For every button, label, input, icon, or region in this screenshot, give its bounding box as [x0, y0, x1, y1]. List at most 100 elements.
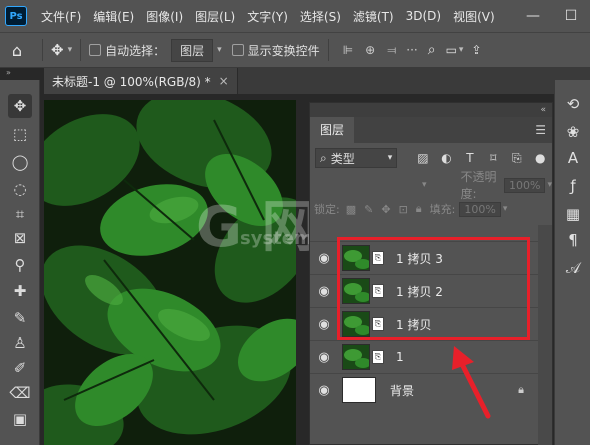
align-left-icon[interactable]: ⊫: [343, 43, 353, 57]
chevron-down-icon[interactable]: ▾: [217, 45, 222, 55]
menu-image[interactable]: 图像(I): [140, 8, 189, 25]
panel-menu-icon[interactable]: ☰: [535, 123, 546, 137]
move-tool-icon[interactable]: ✥: [8, 94, 32, 118]
eyedropper-tool-icon[interactable]: ⚲: [8, 253, 32, 277]
chevron-down-icon[interactable]: ▾: [547, 180, 552, 190]
tab-layers[interactable]: 图层: [310, 117, 355, 143]
eye-icon[interactable]: ◉: [310, 284, 338, 299]
eye-icon[interactable]: ◉: [310, 317, 338, 332]
chevron-down-icon[interactable]: ▾: [459, 45, 464, 55]
history-icon[interactable]: ⟲: [561, 92, 585, 116]
panel-icon-strip: ⟲ ❀ A ƒ ▦ ¶ 𝒜: [554, 80, 590, 445]
search-icon: ⌕: [320, 150, 327, 165]
opacity-label: 不透明度:: [460, 170, 497, 201]
menu-view[interactable]: 视图(V): [447, 8, 501, 25]
menu-filter[interactable]: 滤镜(T): [347, 8, 400, 25]
layer-row[interactable]: ◉ ⎘ 1: [310, 340, 538, 373]
layer-name: 1: [396, 350, 404, 364]
menu-select[interactable]: 选择(S): [294, 8, 347, 25]
minimize-button[interactable]: —: [514, 8, 552, 24]
chevron-down-icon[interactable]: ▾: [68, 45, 73, 55]
tab-document[interactable]: 未标题-1 @ 100%(RGB/8) * ×: [44, 68, 238, 94]
lock-position-icon[interactable]: ✥: [381, 203, 390, 216]
menu-file[interactable]: 文件(F): [35, 8, 87, 25]
filter-shape-icon[interactable]: ⌑: [482, 151, 505, 165]
filter-adjustment-icon[interactable]: ◐: [435, 151, 458, 165]
close-icon[interactable]: ×: [219, 74, 229, 88]
share-icon[interactable]: ⇪: [471, 43, 481, 57]
watermark: G 网: [196, 195, 318, 260]
marquee-tool-icon[interactable]: ⬚: [8, 122, 32, 146]
monstera-leaves-image: [44, 100, 296, 445]
show-transform-checkbox[interactable]: [231, 44, 244, 56]
clone-stamp-tool-icon[interactable]: ♙: [8, 331, 32, 355]
lock-all-icon[interactable]: 🔒︎: [416, 202, 422, 216]
lock-label: 锁定:: [314, 203, 340, 216]
chevron-down-icon[interactable]: ▾: [422, 180, 427, 190]
layer-thumbnail: [342, 377, 376, 403]
menu-edit[interactable]: 编辑(E): [87, 8, 140, 25]
filter-type-icon[interactable]: T: [458, 151, 481, 165]
auto-select-dropdown[interactable]: 图层: [171, 38, 214, 62]
blend-row: ▾ 不透明度: 100% ▾: [310, 170, 552, 201]
palette-icon[interactable]: ❀: [561, 120, 585, 144]
lock-artboard-icon[interactable]: ⊡: [399, 203, 408, 216]
align-center-icon[interactable]: ⊕: [365, 43, 375, 57]
grid-icon[interactable]: ▦: [561, 202, 585, 226]
paragraph-icon[interactable]: ¶: [561, 228, 585, 252]
lock-transparency-icon[interactable]: ▩: [346, 203, 356, 216]
fx-icon[interactable]: ƒ: [561, 174, 585, 198]
history-brush-tool-icon[interactable]: ✐: [8, 356, 32, 380]
menu-layer[interactable]: 图层(L): [189, 8, 241, 25]
document-canvas[interactable]: [44, 100, 296, 445]
layer-thumbnail: [342, 344, 370, 370]
separator: [327, 39, 329, 61]
toolbar-collapse-icon[interactable]: »: [0, 68, 44, 80]
red-arrow: [452, 346, 491, 419]
show-transform-label: 显示变换控件: [247, 43, 320, 58]
glyphs-icon[interactable]: 𝒜: [561, 256, 585, 280]
maximize-button[interactable]: ☐: [552, 8, 590, 24]
chevron-down-icon: ▾: [387, 153, 393, 163]
menu-3d[interactable]: 3D(D): [400, 9, 447, 23]
lock-pixels-icon[interactable]: ✎: [364, 203, 373, 216]
filter-toggle-icon[interactable]: ●: [529, 151, 552, 165]
panel-collapse-icon[interactable]: «: [310, 103, 552, 117]
layer-name: 背景: [390, 383, 415, 398]
frame-tool-icon[interactable]: ⊠: [8, 226, 32, 250]
align-right-icon[interactable]: ⫤: [387, 43, 396, 58]
eraser-tool-icon[interactable]: ⌫: [8, 381, 32, 405]
smart-object-icon: ⎘: [372, 350, 384, 364]
layers-scrollbar[interactable]: [538, 225, 552, 445]
filter-pixel-icon[interactable]: ▨: [411, 151, 434, 165]
eye-icon[interactable]: ◉: [310, 350, 338, 365]
more-icon[interactable]: ···: [406, 43, 417, 57]
menu-type[interactable]: 文字(Y): [241, 8, 294, 25]
layer-row[interactable]: ◉ 背景 🔒︎: [310, 373, 538, 406]
chevron-down-icon[interactable]: ▾: [503, 204, 508, 214]
opacity-field[interactable]: 100%: [504, 177, 546, 193]
home-icon[interactable]: ⌂: [0, 41, 34, 60]
fill-label: 填充:: [429, 203, 456, 216]
panel-tabs: 图层 ☰: [310, 117, 552, 143]
filter-smart-object-icon[interactable]: ⎘: [505, 151, 528, 166]
lasso-tool-icon[interactable]: ◯: [8, 150, 32, 174]
move-tool-icon[interactable]: ✥: [51, 41, 64, 59]
auto-select-checkbox[interactable]: [89, 44, 102, 56]
crop-tool-icon[interactable]: ⌗: [8, 202, 32, 226]
filter-kind-dropdown[interactable]: ⌕ 类型 ▾: [315, 148, 398, 168]
brush-tool-icon[interactable]: ✎: [8, 306, 32, 330]
quick-select-tool-icon[interactable]: ◌: [8, 177, 32, 201]
auto-select-label: 自动选择：: [105, 43, 166, 58]
fill-field[interactable]: 100%: [459, 201, 501, 217]
eye-icon[interactable]: ◉: [310, 383, 338, 398]
window-controls: — ☐: [514, 0, 590, 32]
workspace-icon[interactable]: ▭: [446, 43, 457, 57]
gradient-tool-icon[interactable]: ▣: [8, 407, 32, 431]
search-icon[interactable]: ⌕: [428, 42, 436, 58]
eye-icon[interactable]: ◉: [310, 251, 338, 266]
character-icon[interactable]: A: [561, 146, 585, 170]
tools-panel: ✥ ⬚ ◯ ◌ ⌗ ⊠ ⚲ ✚ ✎ ♙ ✐ ⌫ ▣: [0, 80, 40, 445]
healing-brush-tool-icon[interactable]: ✚: [8, 279, 32, 303]
filter-kind-value: 类型: [330, 151, 355, 166]
